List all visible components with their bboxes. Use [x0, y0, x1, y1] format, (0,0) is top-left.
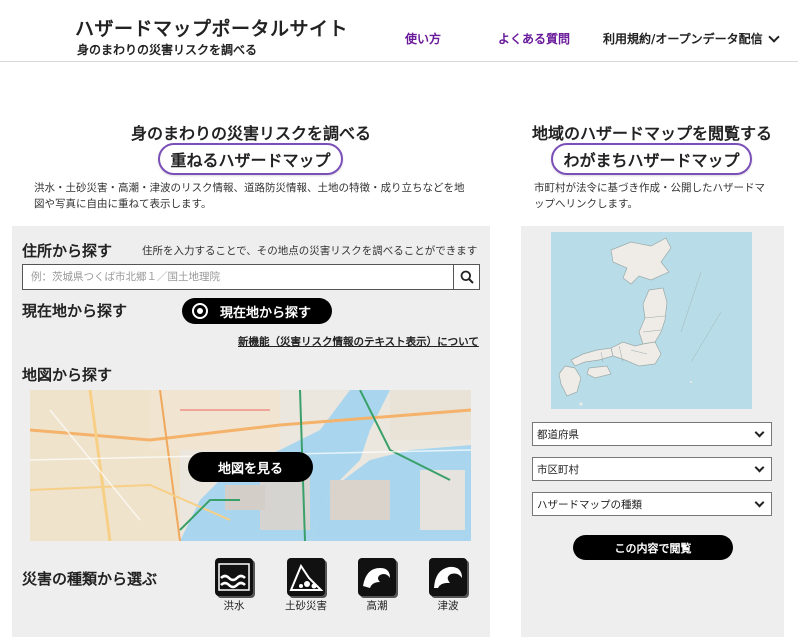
view-map-button[interactable]: 地図を見る: [188, 452, 313, 482]
current-location-label: 現在地から探す: [22, 302, 128, 320]
current-location-button[interactable]: 現在地から探す: [182, 298, 332, 324]
chevron-down-icon: [754, 427, 765, 438]
hazard-label-flood: 洪水: [223, 600, 245, 612]
wagamachi-hazard-map-button[interactable]: わがまちハザードマップ: [551, 143, 752, 175]
right-description-line2: ップへリンクします。: [534, 198, 638, 210]
hazard-map-type-select[interactable]: ハザードマップの種類: [532, 492, 772, 516]
city-select[interactable]: 市区町村: [532, 457, 772, 481]
map-search-label: 地図から探す: [22, 366, 113, 384]
nav-terms-menu[interactable]: 利用規約/オープンデータ配信: [603, 30, 780, 47]
japan-map[interactable]: [551, 232, 752, 409]
address-search-box: [22, 264, 480, 290]
japan-map-image: [551, 232, 752, 409]
search-icon: [460, 270, 474, 284]
flood-icon[interactable]: [215, 558, 253, 596]
tsunami-icon[interactable]: [429, 558, 467, 596]
hazard-type-label: 災害の種類から選ぶ: [22, 570, 158, 588]
address-search-hint: 住所を入力することで、その地点の災害リスクを調べることができます: [142, 245, 478, 257]
nav-terms-label: 利用規約/オープンデータ配信: [603, 32, 763, 46]
current-location-button-label: 現在地から探す: [220, 305, 312, 321]
hazard-label-landslide: 土砂災害: [285, 600, 327, 612]
address-search-label: 住所から探す: [22, 242, 113, 260]
nav-howto-link[interactable]: 使い方: [405, 30, 441, 47]
kasaneru-hazard-map-button[interactable]: 重ねるハザードマップ: [158, 143, 343, 175]
right-section-heading: 地域のハザードマップを閲覧する: [531, 124, 772, 143]
site-header: ハザードマップポータルサイト 身のまわりの災害リスクを調べる 使い方 よくある質…: [0, 0, 798, 62]
chevron-down-icon: [754, 462, 765, 473]
chevron-down-icon: [754, 497, 765, 508]
prefecture-select-value: 都道府県: [537, 428, 579, 441]
left-description: 洪水・土砂災害・高潮・津波のリスク情報、道路防災情報、土地の特徴・成り立ちなどを…: [34, 180, 484, 212]
right-description-line1: 市町村が法令に基づき作成・公開したハザードマ: [534, 182, 765, 194]
site-title[interactable]: ハザードマップポータルサイト: [75, 14, 348, 41]
right-description: 市町村が法令に基づき作成・公開したハザードマ ップへリンクします。: [534, 180, 774, 212]
address-search-input[interactable]: [23, 265, 453, 289]
chevron-down-icon: [768, 30, 780, 43]
city-select-value: 市区町村: [537, 463, 579, 476]
location-target-icon: [192, 303, 208, 319]
left-description-line2: 図や写真に自由に重ねて表示します。: [34, 198, 212, 210]
nav-faq-link[interactable]: よくある質問: [498, 30, 570, 47]
landslide-icon[interactable]: [287, 558, 325, 596]
site-subtitle: 身のまわりの災害リスクを調べる: [77, 43, 258, 57]
hazard-label-storm-surge: 高潮: [366, 600, 388, 612]
left-section-heading: 身のまわりの災害リスクを調べる: [130, 124, 371, 143]
new-feature-link[interactable]: 新機能（災害リスク情報のテキスト表示）について: [238, 334, 479, 349]
prefecture-select[interactable]: 都道府県: [532, 422, 772, 446]
search-button[interactable]: [453, 265, 479, 289]
hazard-label-tsunami: 津波: [437, 600, 459, 612]
storm-surge-icon[interactable]: [358, 558, 396, 596]
hazard-map-type-select-value: ハザードマップの種類: [537, 498, 642, 511]
left-description-line1: 洪水・土砂災害・高潮・津波のリスク情報、道路防災情報、土地の特徴・成り立ちなどを…: [34, 182, 465, 194]
view-with-selection-button[interactable]: この内容で閲覧: [573, 535, 733, 560]
